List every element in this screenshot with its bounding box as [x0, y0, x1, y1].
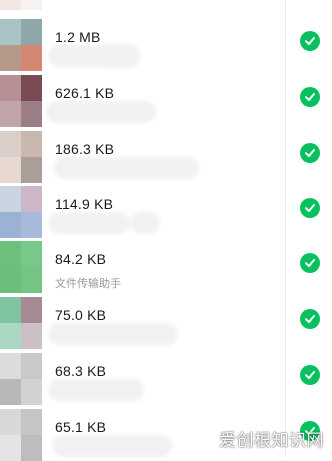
checkmark-circle-icon[interactable]	[300, 253, 320, 273]
file-row[interactable]: 75.0 KB	[0, 297, 332, 349]
checkmark-circle-icon[interactable]	[300, 143, 320, 163]
checkmark-circle-icon[interactable]	[300, 87, 320, 107]
file-row[interactable]	[0, 0, 332, 10]
redacted-filename	[130, 212, 160, 234]
file-size: 626.1 KB	[55, 85, 115, 101]
file-thumbnail	[0, 186, 42, 238]
file-size: 75.0 KB	[55, 307, 107, 323]
file-row[interactable]: 68.3 KB	[0, 353, 332, 405]
redacted-filename	[52, 435, 172, 457]
checkmark-circle-icon[interactable]	[300, 31, 320, 51]
file-source: 文件传输助手	[55, 277, 121, 290]
file-thumbnail	[0, 297, 42, 349]
file-size: 186.3 KB	[55, 141, 115, 157]
file-row[interactable]: 186.3 KB	[0, 131, 332, 183]
file-thumbnail	[0, 75, 42, 127]
file-thumbnail	[0, 241, 42, 293]
redacted-filename	[46, 101, 156, 123]
file-size: 65.1 KB	[55, 419, 107, 435]
file-size: 84.2 KB	[55, 251, 107, 267]
file-row[interactable]: 84.2 KB 文件传输助手	[0, 241, 332, 293]
redacted-filename	[100, 45, 140, 67]
file-thumbnail	[0, 0, 42, 10]
file-thumbnail	[0, 409, 42, 461]
redacted-filename	[54, 157, 199, 179]
file-row[interactable]: 626.1 KB	[0, 75, 332, 127]
file-list: 1.2 MB 626.1 KB 186.3 KB 114.9 KB 84.2 KB 文件传…	[0, 0, 332, 461]
checkmark-circle-icon[interactable]	[300, 198, 320, 218]
file-thumbnail	[0, 131, 42, 183]
checkmark-circle-icon[interactable]	[300, 309, 320, 329]
redacted-filename	[48, 379, 144, 401]
redacted-filename	[48, 212, 130, 234]
file-row[interactable]: 114.9 KB	[0, 186, 332, 238]
file-row[interactable]: 1.2 MB	[0, 19, 332, 71]
file-size: 114.9 KB	[55, 196, 114, 212]
redacted-filename	[48, 323, 178, 345]
file-thumbnail	[0, 19, 42, 71]
checkmark-circle-icon[interactable]	[300, 365, 320, 385]
file-size: 1.2 MB	[55, 29, 101, 45]
watermark: 爱创根知识网	[219, 431, 324, 451]
file-thumbnail	[0, 353, 42, 405]
file-size: 68.3 KB	[55, 363, 107, 379]
